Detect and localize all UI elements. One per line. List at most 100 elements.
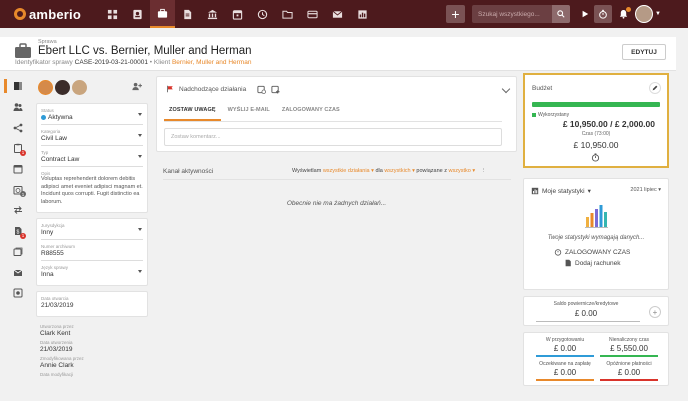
filter-for-label: dla bbox=[375, 168, 383, 174]
upcoming-activities-row[interactable]: Nadchodzące działania bbox=[157, 77, 516, 101]
chevron-down-icon[interactable] bbox=[138, 113, 142, 116]
contacts-icon[interactable] bbox=[125, 0, 150, 28]
avatar[interactable] bbox=[72, 79, 87, 95]
user-avatar[interactable] bbox=[635, 5, 653, 23]
filter-users[interactable]: wszystkich bbox=[384, 168, 410, 174]
logo-icon bbox=[14, 8, 26, 20]
card-icon[interactable] bbox=[300, 0, 325, 28]
stats-period[interactable]: 2021 lipiec ▾ bbox=[630, 187, 661, 193]
filter-activity-type[interactable]: wszystkie działania bbox=[323, 168, 370, 174]
overdue-payments-stat[interactable]: Opóźnione płatności £ 0.00 bbox=[600, 361, 658, 381]
trust-balance-card: Saldo powiernicze/kredytowe £ 0.00 + bbox=[523, 296, 669, 326]
main-nav bbox=[100, 0, 375, 28]
chevron-down-icon[interactable] bbox=[138, 134, 142, 137]
opened-date-field[interactable]: Data otwarcia 21/03/2019 bbox=[41, 294, 143, 312]
composer-tabs: ZOSTAW UWAGĘ WYŚLIJ E-MAIL ZALOGOWANY CZ… bbox=[164, 101, 502, 122]
calendar-icon[interactable] bbox=[225, 0, 250, 28]
archive-number-field[interactable]: Numer archiwum R88555 bbox=[41, 242, 143, 261]
edit-button[interactable]: EDYTUJ bbox=[622, 44, 666, 60]
description-field[interactable]: Opis Voluptas reprehenderit dolorem debi… bbox=[41, 169, 143, 208]
divider bbox=[536, 321, 640, 322]
chevron-down-icon[interactable]: ▾ bbox=[658, 187, 661, 193]
rail-people[interactable] bbox=[7, 97, 29, 118]
add-balance-button[interactable]: + bbox=[649, 306, 661, 318]
dashboard-icon[interactable] bbox=[100, 0, 125, 28]
more-options-icon[interactable]: ⋮ bbox=[481, 168, 487, 174]
chevron-down-icon[interactable]: ▾ bbox=[411, 168, 415, 174]
folder-icon[interactable] bbox=[275, 0, 300, 28]
rail-tasks[interactable]: 1 bbox=[7, 138, 29, 159]
rail-transfer[interactable] bbox=[7, 200, 29, 221]
archive-number-value: R88555 bbox=[41, 250, 64, 257]
tab-leave-note[interactable]: ZOSTAW UWAGĘ bbox=[164, 101, 221, 121]
case-id-value: CASE-2019-03-21-00001 bbox=[74, 59, 148, 66]
opened-card: Data otwarcia 21/03/2019 bbox=[36, 291, 148, 317]
add-bill-link[interactable]: Dodaj rachunek bbox=[564, 259, 621, 267]
rail-time[interactable]: 1 bbox=[7, 179, 29, 200]
mail-icon[interactable] bbox=[325, 0, 350, 28]
share-icon bbox=[13, 123, 23, 133]
search-icon[interactable] bbox=[552, 5, 570, 23]
bank-icon[interactable] bbox=[200, 0, 225, 28]
chevron-down-icon[interactable]: ▾ bbox=[471, 168, 475, 174]
trust-balance-value: £ 0.00 bbox=[574, 309, 598, 318]
client-link[interactable]: Bernier, Muller and Herman bbox=[172, 59, 251, 66]
brand-logo[interactable]: amberio bbox=[14, 7, 81, 22]
avatar[interactable] bbox=[38, 79, 53, 95]
calendar-add-icon[interactable] bbox=[271, 85, 280, 94]
meta-separator: • bbox=[149, 59, 153, 66]
category-field[interactable]: Kategoria Civil Law bbox=[41, 127, 143, 146]
created-by: Utworzona przez Clark Kent bbox=[40, 323, 144, 339]
calendar-clock-icon[interactable] bbox=[257, 85, 267, 94]
reports-icon[interactable] bbox=[350, 0, 375, 28]
rail-summary[interactable] bbox=[4, 76, 29, 97]
comment-input[interactable]: Zostaw komentarz... bbox=[164, 128, 502, 146]
unbilled-time-stat[interactable]: Nienaliczony czas £ 5,550.00 bbox=[600, 337, 658, 357]
summary-icon bbox=[14, 82, 22, 91]
language-field[interactable]: Język sprawy Inna bbox=[41, 263, 143, 281]
unbilled-time-value: £ 5,550.00 bbox=[610, 344, 648, 353]
avatar[interactable] bbox=[55, 79, 70, 95]
rail-share[interactable] bbox=[7, 117, 29, 138]
document-icon[interactable] bbox=[175, 0, 200, 28]
tab-send-email[interactable]: WYŚLIJ E-MAIL bbox=[223, 101, 275, 121]
chevron-down-icon[interactable]: ▾ bbox=[370, 168, 374, 174]
awaiting-payment-stat[interactable]: Oczekiwane na zapłatę £ 0.00 bbox=[536, 361, 594, 381]
awaiting-payment-label: Oczekiwane na zapłatę bbox=[539, 361, 591, 367]
chevron-down-icon[interactable] bbox=[138, 228, 142, 231]
rail-calendar[interactable] bbox=[7, 159, 29, 180]
rail-finance[interactable]: $1 bbox=[7, 221, 29, 242]
briefcase-icon[interactable] bbox=[149, 0, 175, 28]
stopwatch-icon[interactable] bbox=[594, 5, 612, 23]
chevron-down-icon[interactable] bbox=[501, 84, 511, 94]
stats-period-label: 2021 lipiec bbox=[630, 187, 657, 193]
rail-mail[interactable] bbox=[7, 262, 29, 283]
chevron-down-icon[interactable] bbox=[138, 155, 142, 158]
top-navbar: amberio + Szukaj wszystkiego... ▼ bbox=[0, 0, 688, 28]
in-preparation-value: £ 0.00 bbox=[553, 344, 577, 353]
status-field[interactable]: Status Aktywna bbox=[41, 106, 143, 125]
type-field[interactable]: Typ Contract Law bbox=[41, 148, 143, 167]
case-id-label: Identyfikator sprawy bbox=[15, 59, 73, 66]
people-icon bbox=[13, 103, 23, 112]
tab-logged-time[interactable]: ZALOGOWANY CZAS bbox=[277, 101, 345, 121]
rail-documents[interactable] bbox=[7, 242, 29, 263]
filter-related-to[interactable]: wszystko bbox=[449, 168, 471, 174]
notifications-bell-icon[interactable] bbox=[614, 5, 632, 23]
rail-settings[interactable] bbox=[7, 283, 29, 304]
add-person-icon[interactable] bbox=[131, 81, 142, 92]
stats-title[interactable]: Moje statystyki ▾ bbox=[531, 187, 591, 195]
chevron-down-icon[interactable] bbox=[138, 270, 142, 273]
in-preparation-stat[interactable]: W przygotowaniu £ 0.00 bbox=[536, 337, 594, 357]
play-icon[interactable] bbox=[576, 5, 594, 23]
edit-budget-button[interactable] bbox=[649, 82, 661, 94]
chevron-down-icon[interactable]: ▾ bbox=[588, 187, 591, 195]
chevron-down-icon[interactable]: ▼ bbox=[655, 11, 661, 17]
modified-at-label: Data modyfikacji bbox=[40, 372, 74, 377]
quick-add-button[interactable]: + bbox=[446, 5, 465, 23]
global-search-input[interactable]: Szukaj wszystkiego... bbox=[472, 5, 570, 23]
logged-time-link[interactable]: ZALOGOWANY CZAS bbox=[554, 248, 630, 256]
awaiting-payment-value: £ 0.00 bbox=[553, 368, 577, 377]
jurisdiction-field[interactable]: Jurysdykcja Inny bbox=[41, 221, 143, 240]
clock-icon[interactable] bbox=[250, 0, 275, 28]
